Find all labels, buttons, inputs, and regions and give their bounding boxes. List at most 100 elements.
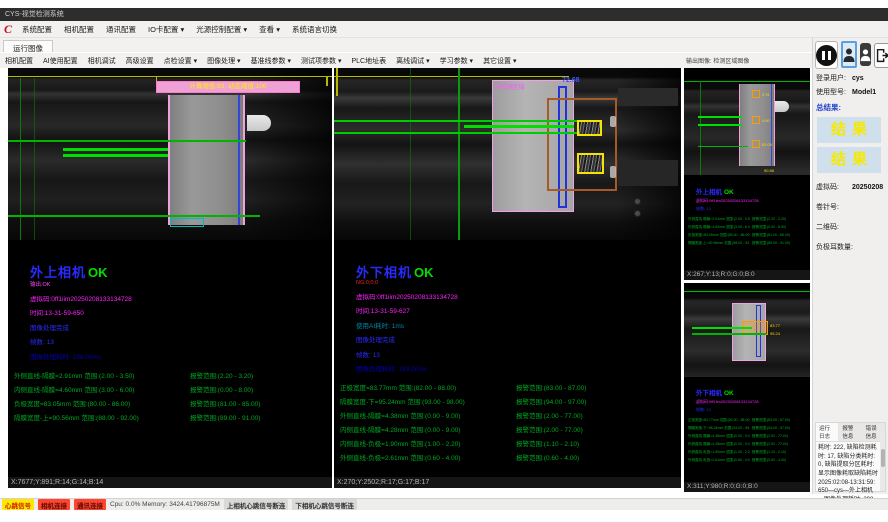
time-line: 时间:13-31-59-627 xyxy=(356,305,677,315)
thumbnail-view-lower[interactable]: 83.77 95.24 外下相机OK 虚拟码:0ff1iim2025020813… xyxy=(684,283,810,492)
model-row: 使用型号: Model1 xyxy=(813,85,888,99)
qrcode-row: 二维码: xyxy=(813,214,888,234)
pixel-readout-upper: X:7677;Y:891;R:14;G:14;B:14 xyxy=(8,477,332,488)
measurement-row: 内侧直线-隔膜=4.28mm 范围:(0.00 - 9.00) 报警范围:(2.… xyxy=(688,442,808,450)
result-title: 外下相机OK xyxy=(356,262,677,281)
toolbar-item[interactable]: 相机调试 xyxy=(83,56,121,66)
log-tab-run[interactable]: 运行日志 xyxy=(816,423,838,441)
toolbar-item[interactable]: 学习参数 ▾ xyxy=(435,56,478,66)
logout-icon xyxy=(875,48,888,63)
tabcount-label: 负极耳数量: xyxy=(816,242,853,252)
menu-item[interactable]: 光源控制配置 ▾ xyxy=(190,24,253,35)
control-panel: 登录用户: cys 使用型号: Model1 总结果: 结果 结果 虚拟码: 2… xyxy=(812,38,888,494)
menu-item[interactable]: IO卡配置 ▾ xyxy=(142,24,190,35)
login-user-value: cys xyxy=(852,75,864,82)
measure-line-green xyxy=(684,81,810,82)
toolbar-item[interactable]: 离线调试 ▾ xyxy=(391,56,434,66)
measurement-alarm: 报警范围:(2.20 - 3.20) xyxy=(752,217,786,225)
threshold-overlay-label: 计算阈值:93, 动态阈值:100 xyxy=(156,81,300,93)
result-block-lower: 外下相机OK NG:0;0;0 虚拟码:0ff1iim2025020813313… xyxy=(340,262,677,466)
measurement-list: 外侧直线-隔膜=2.91mm 范围:(2.00 - 3.50) 报警范围:(2.… xyxy=(14,370,328,426)
measure-line-green xyxy=(692,327,752,329)
panel-buttons xyxy=(813,38,888,71)
camera-view-upper[interactable]: 计算阈值:93, 动态阈值:100 外上相机OK 输出:OK 虚拟码:0ff1i… xyxy=(8,68,332,488)
menu-item[interactable]: 系统配置 xyxy=(16,24,58,35)
user-icon xyxy=(860,48,871,62)
upper-camera-heartbeat-msg: 上相机心跳信号断连 xyxy=(224,499,289,510)
barcode-label: 虚拟码: xyxy=(816,182,852,192)
result-title: 外上相机OK xyxy=(696,186,808,196)
camera-view-lower[interactable]: AI检测区域 72.68 外下相机OK NG:0;0;0 虚拟码:0ff1iim… xyxy=(334,68,681,488)
camera-name: 外上相机 xyxy=(30,265,86,280)
measurement-alarm: 报警范围:(2.00 - 77.00) xyxy=(752,434,788,442)
app-logo-icon: C xyxy=(0,22,16,37)
measurement-row: 隔膜宽度-下=95.24mm 范围:(93.00 - 98.00) 报警范围:(… xyxy=(688,426,808,434)
login-user-button[interactable] xyxy=(841,41,857,68)
toolbar-item[interactable]: PLC地址表 xyxy=(347,56,392,66)
barcode-line: 虚拟码:0ff1iim20250208133134728 xyxy=(30,293,328,303)
measurement-row: 外侧直线-负极=2.61mm 范围:(0.60 - 4.00) 报警范围:(0.… xyxy=(340,452,677,466)
toolbar-item[interactable]: 相机配置 xyxy=(0,56,38,66)
measurement-row: 内侧直线-负极=1.90mm 范围:(1.00 - 2.20) 报警范围:(1.… xyxy=(688,450,808,458)
measurement-text: 外侧直线-负极=2.61mm 范围:(0.60 - 4.00) xyxy=(340,452,512,466)
toolbar-item[interactable]: 点检设置 ▾ xyxy=(159,56,202,66)
toolbar-item[interactable]: AI使用配置 xyxy=(38,56,83,66)
vertical-guide-line xyxy=(700,81,701,175)
log-tab-alarm[interactable]: 报警信息 xyxy=(839,423,861,441)
measurement-row: 正极宽度=83.77mm 范围:(82.00 - 88.00) 报警范围:(83… xyxy=(340,382,677,396)
annotation-value: 83.05 xyxy=(762,142,772,147)
measurement-alarm: 报警范围:(2.00 - 77.00) xyxy=(516,410,583,424)
pause-button[interactable] xyxy=(815,41,838,69)
toolbar-item[interactable]: 测试项参数 ▾ xyxy=(296,56,346,66)
measure-line-green xyxy=(334,120,577,122)
measure-line-green xyxy=(63,148,168,151)
tool-items: 相机配置AI使用配置相机调试高级设置点检设置 ▾图像处理 ▾基准线参数 ▾测试项… xyxy=(0,56,522,66)
window-titlebar: CYS-视觉检测系统 xyxy=(0,8,888,21)
log-tabs: 运行日志 报警信息 错误信息 xyxy=(816,423,885,442)
model-value: Model1 xyxy=(852,89,876,96)
comm-connect-badge: 通讯连接 xyxy=(74,499,106,510)
needle-label: 卷针号: xyxy=(816,202,852,212)
metal-glint xyxy=(610,116,616,127)
toolbar-item[interactable]: 图像处理 ▾ xyxy=(202,56,245,66)
menu-item[interactable]: 系统语言切换 xyxy=(286,24,343,35)
measurement-alarm: 报警范围:(0.60 - 4.00) xyxy=(752,458,786,466)
measure-line-green xyxy=(8,215,260,217)
annotation-value: 95.24 xyxy=(770,331,780,336)
measurement-row: 外侧直线-隔膜=2.91mm 范围:(2.00 - 3.50) 报警范围:(2.… xyxy=(688,217,808,225)
measurement-row: 内侧直线-隔膜=4.60mm 范围:(3.00 - 6.00) 报警范围:(0.… xyxy=(688,225,808,233)
baseline-tick-vertical xyxy=(336,68,338,96)
menu-item[interactable]: 相机配置 xyxy=(58,24,100,35)
menu-items: 系统配置相机配置通讯配置IO卡配置 ▾光源控制配置 ▾查看 ▾系统语言切换 xyxy=(16,24,343,35)
user-icon xyxy=(843,47,855,63)
frame-line: 帧数: 13 xyxy=(696,407,808,413)
menu-item[interactable]: 查看 ▾ xyxy=(253,24,286,35)
measurement-text: 隔膜宽度-下=95.24mm 范围:(93.00 - 98.00) xyxy=(688,426,750,434)
toolbar-item[interactable]: 其它设置 ▾ xyxy=(478,56,521,66)
frame-line: 帧数: 13 xyxy=(30,336,328,346)
small-views-caption: 输出图像: 检测区域图像 xyxy=(686,56,810,65)
edge-line-blue xyxy=(238,95,240,225)
measurement-text: 正极宽度=83.77mm 范围:(82.00 - 88.00) xyxy=(688,418,750,426)
toolbar-item[interactable]: 基准线参数 ▾ xyxy=(246,56,296,66)
process-done-line: 图像处理完成 xyxy=(30,322,328,332)
vertical-guide-line xyxy=(458,68,460,240)
measurement-alarm: 报警范围:(0.00 - 8.00) xyxy=(752,225,786,233)
thumbnail-view-upper[interactable]: 2.91 4.60 83.05 90.56 外上相机OK 虚拟码:0ff1iim… xyxy=(684,68,810,280)
machine-bolt xyxy=(634,198,641,205)
menu-item[interactable]: 通讯配置 xyxy=(100,24,142,35)
total-result-label: 总结果: xyxy=(813,99,888,114)
measurement-row: 正极宽度=83.77mm 范围:(82.00 - 88.00) 报警范围:(83… xyxy=(688,418,808,426)
measurement-text: 隔膜宽度-上=90.56mm 范围:(88.00 - 92.00) xyxy=(14,412,186,426)
log-scrollbar-thumb[interactable] xyxy=(881,449,885,468)
measurement-text: 正极宽度=83.77mm 范围:(82.00 - 88.00) xyxy=(340,382,512,396)
annotation-value: 90.56 xyxy=(764,168,774,173)
tab-stub-mini xyxy=(775,101,789,112)
window-title: CYS-视觉检测系统 xyxy=(5,11,64,18)
operator-button[interactable] xyxy=(860,43,871,66)
log-scrollbar[interactable] xyxy=(880,432,885,491)
status-bar: 心跳信号 相机连接 通讯连接 Cpu: 0.0% Memory: 3424.41… xyxy=(0,498,888,510)
measurement-text: 隔膜宽度-上=90.56mm 范围:(88.00 - 92.00) xyxy=(688,241,750,249)
exit-button[interactable] xyxy=(874,43,888,68)
toolbar-item[interactable]: 高级设置 xyxy=(121,56,159,66)
